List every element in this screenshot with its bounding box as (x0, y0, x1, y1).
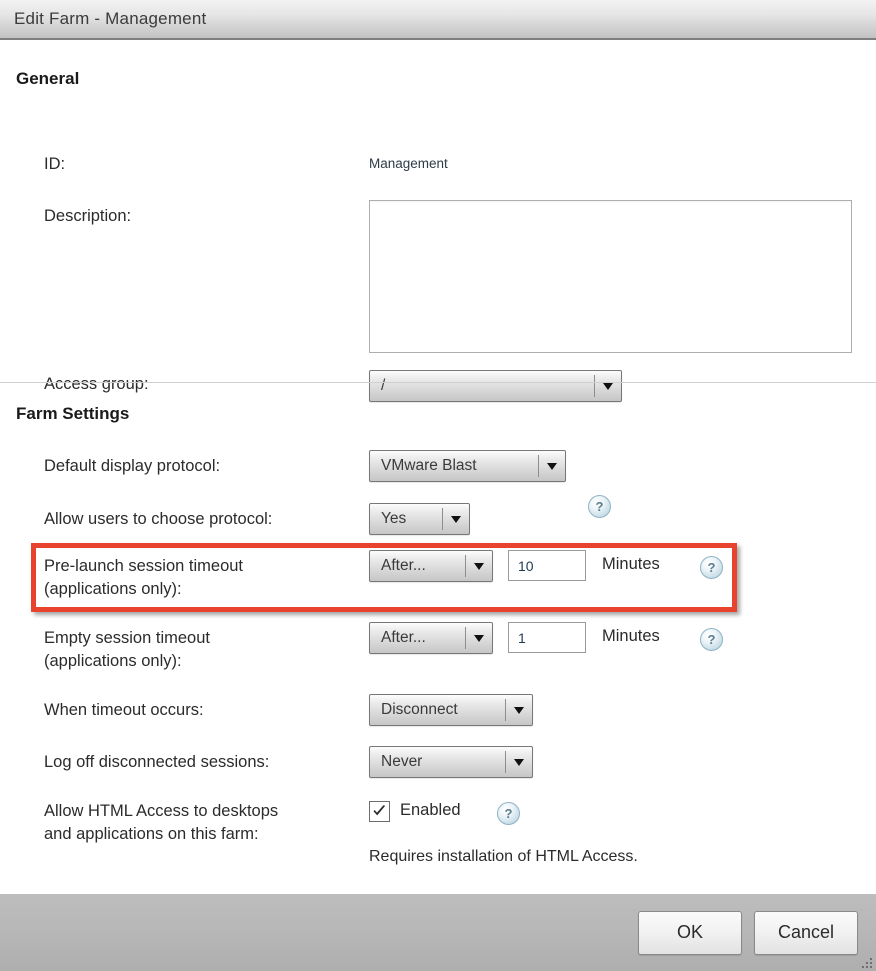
id-value: Management (369, 156, 448, 171)
id-label: ID: (44, 155, 66, 173)
prelaunch-timeout-select-value: After... (381, 557, 426, 574)
prelaunch-timeout-label: Pre-launch session timeout (applications… (44, 557, 244, 598)
logoff-disconnected-select[interactable]: Never (369, 746, 533, 778)
logoff-disconnected-value: Never (381, 753, 423, 770)
help-circle-icon-prelaunch-timeout[interactable]: ? (700, 556, 723, 579)
default-display-protocol-label: Default display protocol: (44, 457, 221, 475)
when-timeout-occurs-select[interactable]: Disconnect (369, 694, 533, 726)
help-circle-icon-empty-timeout[interactable]: ? (700, 628, 723, 651)
when-timeout-occurs-value: Disconnect (381, 701, 458, 718)
resize-grip-icon[interactable] (859, 955, 872, 968)
logoff-disconnected-label: Log off disconnected sessions: (44, 753, 270, 771)
chevron-down-icon (443, 504, 469, 534)
html-access-note: Requires installation of HTML Access. (369, 848, 638, 865)
access-group-label: Access group: (44, 375, 149, 393)
chevron-down-icon (595, 371, 621, 401)
chevron-down-icon (466, 551, 492, 581)
ok-button[interactable]: OK (638, 910, 742, 955)
default-display-protocol-select[interactable]: VMware Blast (369, 450, 566, 482)
allow-choose-protocol-select[interactable]: Yes (369, 503, 470, 535)
default-display-protocol-value: VMware Blast (381, 457, 477, 474)
edit-farm-dialog: Edit Farm - Management General ID: Manag… (0, 0, 876, 971)
empty-timeout-minutes-input[interactable]: 1 (508, 622, 586, 653)
html-access-checkbox-label: Enabled (400, 801, 461, 819)
dialog-content: General ID: Management Description: Acce… (0, 40, 876, 893)
chevron-down-icon (506, 695, 532, 725)
description-label: Description: (44, 207, 132, 225)
help-circle-icon-html-access[interactable]: ? (497, 802, 520, 825)
prelaunch-timeout-minutes-input[interactable]: 10 (508, 550, 586, 581)
allow-choose-protocol-value: Yes (381, 510, 407, 527)
help-circle-icon-default-protocol[interactable]: ? (588, 495, 611, 518)
html-access-checkbox[interactable] (369, 801, 390, 822)
check-icon (373, 805, 386, 816)
dialog-title: Edit Farm - Management (14, 9, 207, 28)
empty-timeout-select-value: After... (381, 629, 426, 646)
allow-choose-protocol-label: Allow users to choose protocol: (44, 510, 273, 528)
dialog-footer: OK Cancel (0, 893, 876, 971)
empty-timeout-unit: Minutes (602, 627, 660, 645)
empty-timeout-select[interactable]: After... (369, 622, 493, 654)
section-divider (0, 382, 876, 383)
dialog-titlebar: Edit Farm - Management (0, 0, 876, 40)
section-heading-general: General (16, 69, 80, 88)
access-group-select[interactable]: / (369, 370, 622, 402)
prelaunch-timeout-select[interactable]: After... (369, 550, 493, 582)
description-input[interactable] (369, 200, 852, 353)
cancel-button[interactable]: Cancel (754, 910, 858, 955)
empty-timeout-label: Empty session timeout (applications only… (44, 629, 210, 670)
prelaunch-timeout-unit: Minutes (602, 555, 660, 573)
chevron-down-icon (506, 747, 532, 777)
html-access-label: Allow HTML Access to desktops and applic… (44, 802, 279, 843)
section-heading-farm-settings: Farm Settings (16, 404, 130, 423)
chevron-down-icon (539, 451, 565, 481)
chevron-down-icon (466, 623, 492, 653)
when-timeout-occurs-label: When timeout occurs: (44, 701, 204, 719)
access-group-select-value: / (381, 377, 386, 394)
